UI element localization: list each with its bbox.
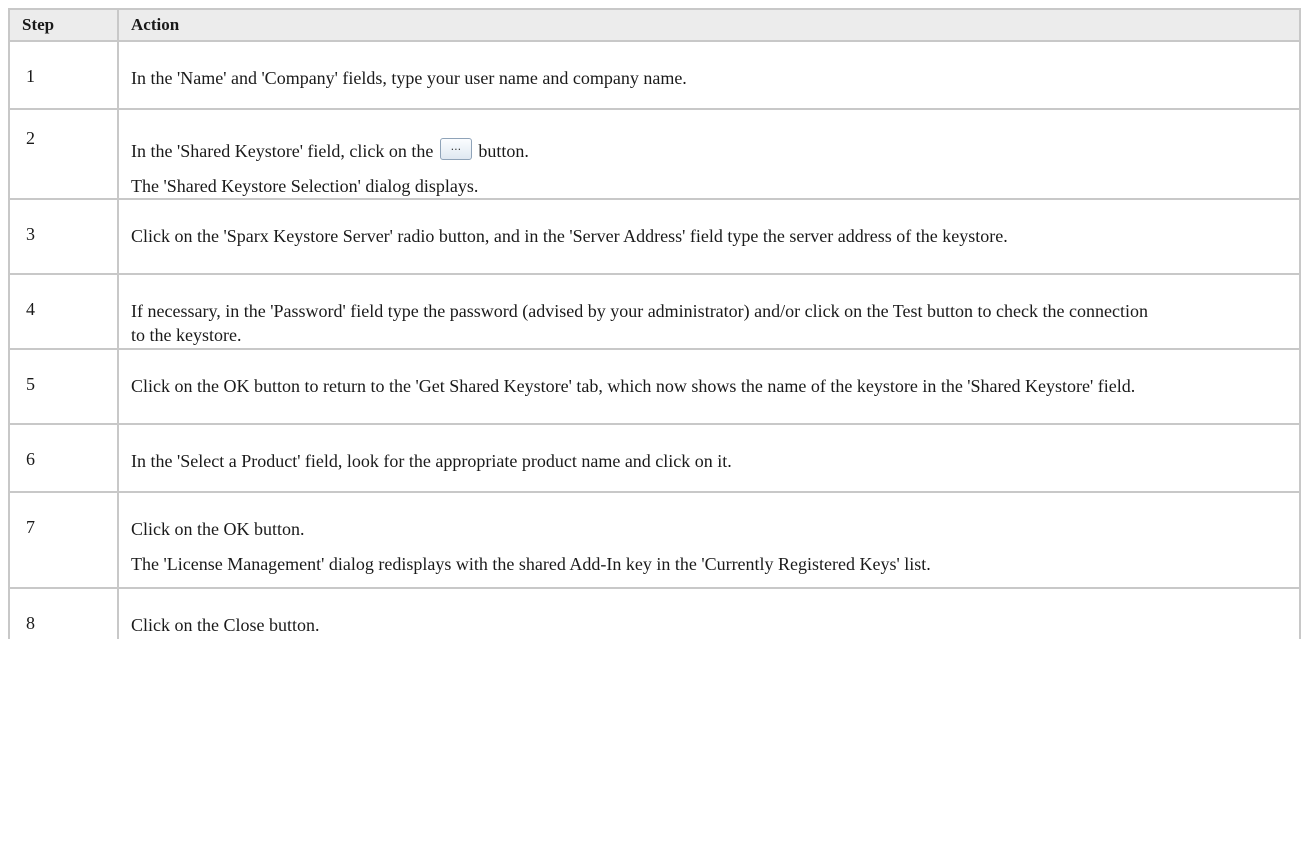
- header-row: Step Action: [8, 8, 1301, 42]
- table-row: 1 In the 'Name' and 'Company' fields, ty…: [8, 40, 1301, 110]
- action-cell: Click on the OK button. The 'License Man…: [117, 491, 1301, 589]
- action-text: Click on the Close button.: [131, 615, 320, 635]
- table-row: 7 Click on the OK button. The 'License M…: [8, 491, 1301, 589]
- table-row: 5 Click on the OK button to return to th…: [8, 348, 1301, 425]
- step-number: 2: [26, 128, 35, 148]
- action-cell: Click on the OK button to return to the …: [117, 348, 1301, 425]
- action-text: If necessary, in the 'Password' field ty…: [131, 301, 1148, 345]
- step-column-header: Step: [8, 8, 119, 42]
- step-number-cell: 5: [8, 348, 119, 425]
- action-text-pre: In the 'Shared Keystore' field, click on…: [131, 141, 434, 161]
- action-text: Click on the OK button to return to the …: [131, 376, 1136, 396]
- action-cell: In the 'Shared Keystore' field, click on…: [117, 108, 1301, 200]
- step-number-cell: 3: [8, 198, 119, 275]
- step-number-cell: 6: [8, 423, 119, 493]
- ellipsis-button-icon: ...: [439, 138, 472, 160]
- action-column-header: Action: [117, 8, 1301, 42]
- action-cell: In the 'Name' and 'Company' fields, type…: [117, 40, 1301, 110]
- action-text-post: button.: [478, 141, 529, 161]
- action-cell: Click on the 'Sparx Keystore Server' rad…: [117, 198, 1301, 275]
- steps-table: Step Action 1 In the 'Name' and 'Company…: [8, 8, 1301, 639]
- step-number-cell: 1: [8, 40, 119, 110]
- action-text: Click on the 'Sparx Keystore Server' rad…: [131, 226, 1008, 246]
- step-number-cell: 2: [8, 108, 119, 200]
- action-text: In the 'Shared Keystore' field, click on…: [131, 110, 1299, 163]
- action-text: The 'Shared Keystore Selection' dialog d…: [131, 176, 479, 196]
- action-text: In the 'Select a Product' field, look fo…: [131, 451, 732, 471]
- table-row: 2 In the 'Shared Keystore' field, click …: [8, 108, 1301, 200]
- table-row: 3 Click on the 'Sparx Keystore Server' r…: [8, 198, 1301, 275]
- step-number: 4: [26, 299, 35, 319]
- action-text: The 'License Management' dialog redispla…: [131, 554, 931, 574]
- action-cell: If necessary, in the 'Password' field ty…: [117, 273, 1301, 350]
- step-number-cell: 7: [8, 491, 119, 589]
- table-row: 8 Click on the Close button.: [8, 587, 1301, 639]
- step-number-cell: 8: [8, 587, 119, 639]
- step-number: 3: [26, 224, 35, 244]
- action-cell: In the 'Select a Product' field, look fo…: [117, 423, 1301, 493]
- step-number: 1: [26, 66, 35, 86]
- action-text: In the 'Name' and 'Company' fields, type…: [131, 68, 687, 88]
- action-text: Click on the OK button.: [131, 519, 305, 539]
- step-number: 7: [26, 517, 35, 537]
- step-number: 5: [26, 374, 35, 394]
- table-row: 4 If necessary, in the 'Password' field …: [8, 273, 1301, 350]
- table-row: 6 In the 'Select a Product' field, look …: [8, 423, 1301, 493]
- step-number-cell: 4: [8, 273, 119, 350]
- step-number: 6: [26, 449, 35, 469]
- ellipsis-glyph: ...: [450, 140, 462, 153]
- step-number: 8: [26, 613, 35, 633]
- action-cell: Click on the Close button.: [117, 587, 1301, 639]
